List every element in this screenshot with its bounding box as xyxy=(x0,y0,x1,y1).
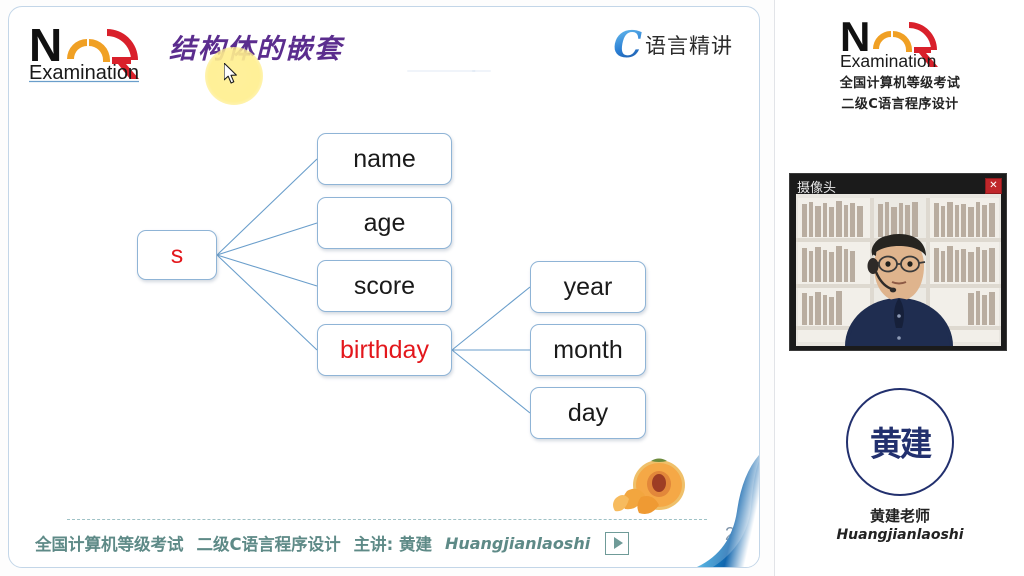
mouse-cursor-icon xyxy=(224,63,237,84)
tree-node-label: age xyxy=(363,208,406,237)
tree-node-label: name xyxy=(353,144,416,173)
tree-node-label: s xyxy=(170,240,184,269)
sidebar-brand-line1: 全国计算机等级考试 xyxy=(839,76,961,91)
slide-area: N Examination 结构体的嵌套 C 语言精讲 s name age s… xyxy=(0,0,775,576)
footer-lecturer: 主讲: 黄建 xyxy=(353,535,432,554)
sidebar-brand-line2: 二级C语言程序设计 xyxy=(841,97,959,112)
sidebar: N Examination 全国计算机等级考试 二级C语言程序设计 摄像头 ✕ xyxy=(776,0,1024,576)
teacher-seal-text: 黄建 xyxy=(869,424,932,465)
footer-lecturer-pinyin: Huangjianlaoshi xyxy=(444,533,591,553)
sidebar-ncr-logo: N Examination xyxy=(838,13,962,71)
footer-exam-name: 全国计算机等级考试 xyxy=(35,535,184,554)
svg-text:Examination: Examination xyxy=(840,51,936,70)
slide-canvas: N Examination 结构体的嵌套 C 语言精讲 s name age s… xyxy=(8,6,760,568)
camera-panel: 摄像头 ✕ xyxy=(789,173,1007,351)
tree-node-label: birthday xyxy=(340,335,429,364)
tree-node-birthday[interactable]: birthday xyxy=(317,324,452,376)
tree-node-score[interactable]: score xyxy=(317,260,452,312)
tree-node-label: month xyxy=(553,335,623,364)
tree-node-month[interactable]: month xyxy=(530,324,646,376)
teacher-block: 黄建 黄建老师 Huangjianlaoshi xyxy=(776,388,1024,543)
app-root: N Examination 结构体的嵌套 C 语言精讲 s name age s… xyxy=(0,0,1024,576)
tree-node-label: score xyxy=(353,271,416,300)
camera-video-feed[interactable] xyxy=(796,194,1001,346)
footer-divider xyxy=(67,519,707,520)
page-curl xyxy=(697,455,759,567)
tree-node-year[interactable]: year xyxy=(530,261,646,313)
play-icon[interactable] xyxy=(605,531,630,555)
close-icon[interactable]: ✕ xyxy=(985,178,1002,194)
footer-bar: 全国计算机等级考试 二级C语言程序设计 主讲: 黄建 Huangjianlaos… xyxy=(35,531,630,555)
teacher-seal: 黄建 xyxy=(846,388,954,496)
teacher-name: 黄建老师 xyxy=(869,507,930,525)
tree-node-label: day xyxy=(567,398,609,427)
tree-node-root[interactable]: s xyxy=(137,230,217,280)
teacher-name-pinyin: Huangjianlaoshi xyxy=(836,527,964,543)
play-triangle xyxy=(613,537,623,549)
tree-node-day[interactable]: day xyxy=(530,387,646,439)
tree-node-name[interactable]: name xyxy=(317,133,452,185)
sidebar-brand: N Examination 全国计算机等级考试 二级C语言程序设计 xyxy=(776,13,1024,112)
tree-node-age[interactable]: age xyxy=(317,197,452,249)
tree-node-label: year xyxy=(563,272,613,301)
footer-course-name: 二级C语言程序设计 xyxy=(196,535,341,554)
